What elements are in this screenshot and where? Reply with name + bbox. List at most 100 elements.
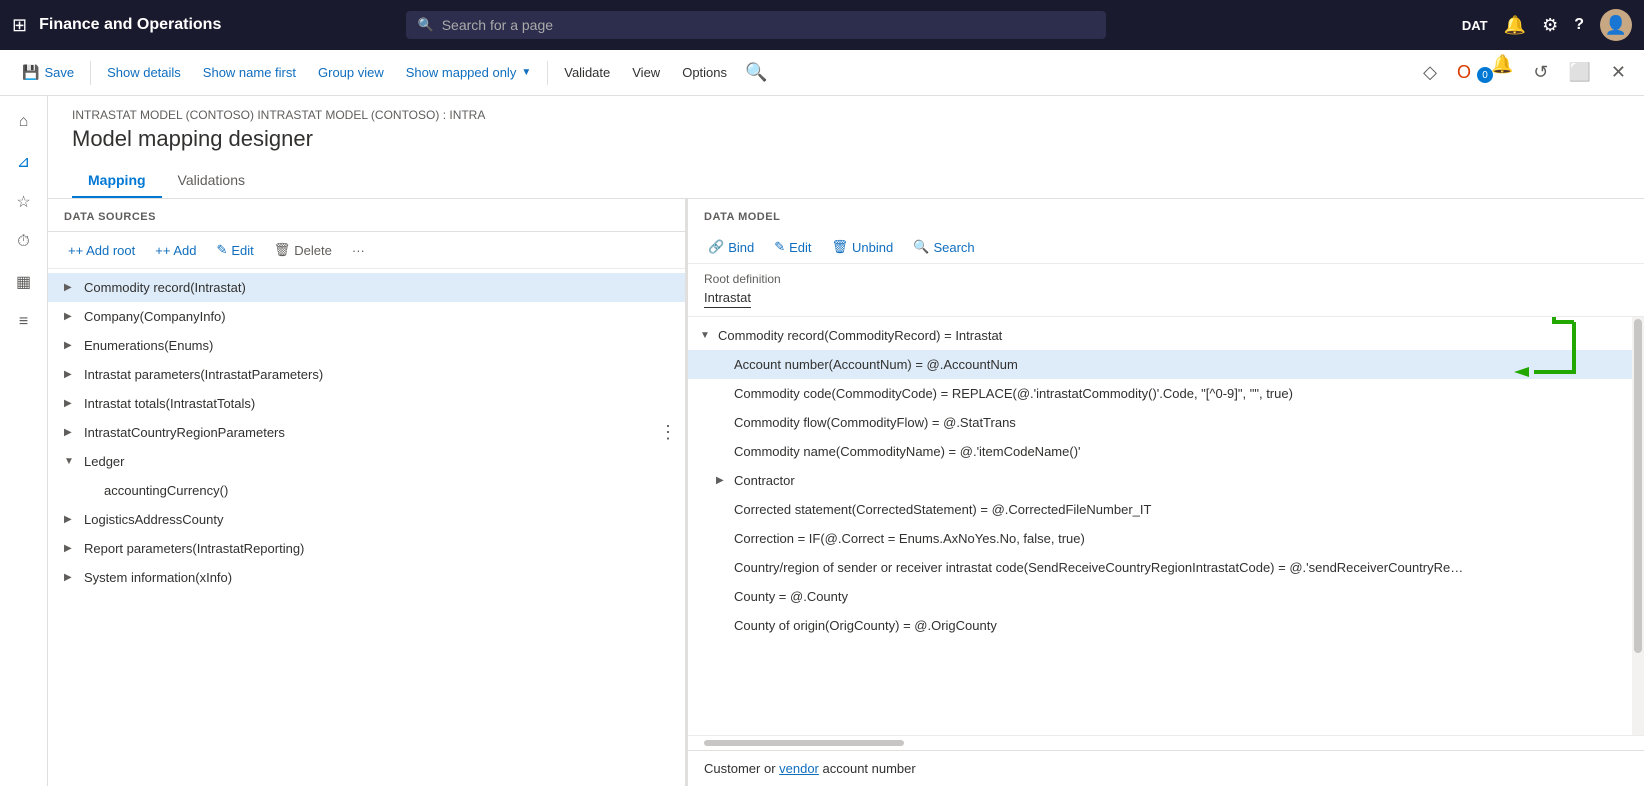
bind-button[interactable]: 🔗 Bind [700,235,762,259]
model-item-contractor[interactable]: ▶ Contractor [688,466,1644,495]
app-title: Finance and Operations [39,16,221,34]
link-icon: 🔗 [708,239,724,255]
tree-item-company[interactable]: ▶ Company(CompanyInfo) [48,302,685,331]
expand-icon-5: ▶ [64,427,78,438]
expand-icon-10: ▶ [64,572,78,583]
toolbar-separator-2 [547,61,548,85]
show-name-first-button[interactable]: Show name first [193,59,306,86]
horizontal-scrollbar-thumb[interactable] [704,740,904,746]
sidebar-filter-icon[interactable]: ⊿ [6,144,42,180]
tree-item-enumerations[interactable]: ▶ Enumerations(Enums) [48,331,685,360]
add-root-button[interactable]: + + Add root [60,239,143,262]
data-sources-header: DATA SOURCES [48,199,685,232]
model-item-commodity-flow[interactable]: Commodity flow(CommodityFlow) = @.StatTr… [688,408,1644,437]
save-icon: 💾 [22,64,39,81]
top-navigation: ⊞ Finance and Operations 🔍 DAT 🔔 ⚙ ? 👤 [0,0,1644,50]
sidebar-star-icon[interactable]: ☆ [6,184,42,220]
delete-datasource-button[interactable]: 🗑 Delete [266,238,340,262]
sidebar-grid-icon[interactable]: ▦ [6,264,42,300]
chevron-down-icon: ▼ [521,67,531,78]
notification-badge: 0 [1477,67,1493,83]
breadcrumb: INTRASTAT MODEL (CONTOSO) INTRASTAT MODE… [72,108,1620,122]
dots-icon: ··· [352,243,365,258]
bottom-bar: Customer or vendor account number [688,750,1644,786]
help-question-icon[interactable]: ? [1574,16,1584,34]
tree-item-report-params[interactable]: ▶ Report parameters(IntrastatReporting) [48,534,685,563]
model-item-country-region[interactable]: Country/region of sender or receiver int… [688,553,1644,582]
sidebar-home-icon[interactable]: ⌂ [6,104,42,140]
show-details-button[interactable]: Show details [97,59,191,86]
tab-validations[interactable]: Validations [162,164,261,198]
open-new-window-icon[interactable]: ⬜ [1562,56,1596,89]
expand-icon-1: ▶ [64,311,78,322]
sidebar-history-icon[interactable]: ⏱ [6,224,42,260]
notification-area: 🔔 0 [1485,54,1519,91]
expand-icon-model-5: ▶ [716,475,730,486]
settings-gear-icon[interactable]: ⚙ [1542,15,1558,36]
diamond-icon[interactable]: ◇ [1417,56,1443,89]
tree-item-intrastat-totals[interactable]: ▶ Intrastat totals(IntrastatTotals) [48,389,685,418]
expand-icon-0: ▶ [64,282,78,293]
unbind-icon: 🗑 [832,239,849,255]
expand-icon-8: ▶ [64,514,78,525]
expand-icon-model-0: ▼ [700,330,714,341]
horizontal-scroll-area [688,735,1644,750]
tree-item-intrastat-params[interactable]: ▶ Intrastat parameters(IntrastatParamete… [48,360,685,389]
left-panel-datasources: DATA SOURCES + + Add root + + Add ✎ Edit [48,199,688,786]
edit-datasource-button[interactable]: ✎ Edit [208,238,261,262]
expand-icon-6: ▼ [64,456,78,467]
sidebar-list-icon[interactable]: ≡ [6,304,42,340]
edit-model-button[interactable]: ✎ Edit [766,235,819,259]
tab-mapping[interactable]: Mapping [72,164,162,198]
validate-button[interactable]: Validate [554,59,620,86]
root-def-label: Root definition [704,272,1628,286]
options-button[interactable]: Options [672,59,737,86]
notification-bell-icon[interactable]: 🔔 [1504,15,1526,36]
global-search[interactable]: 🔍 [406,11,1106,39]
vertical-scrollbar-thumb[interactable] [1634,319,1642,653]
edit-pen-icon: ✎ [216,242,227,258]
search-input[interactable] [442,17,1094,33]
vendor-link[interactable]: vendor [779,761,819,776]
tree-item-commodity-record[interactable]: ▶ Commodity record(Intrastat) [48,273,685,302]
datasources-tree: ▶ Commodity record(Intrastat) ▶ Company(… [48,269,685,786]
model-item-county[interactable]: County = @.County [688,582,1644,611]
bottom-description: Customer or vendor account number [704,761,916,776]
data-model-header: DATA MODEL [688,199,1644,231]
model-item-account-number[interactable]: Account number(AccountNum) = @.AccountNu… [688,350,1644,379]
group-view-button[interactable]: Group view [308,59,394,86]
search-toolbar-icon[interactable]: 🔍 [739,56,773,89]
more-options-button[interactable]: ··· [344,239,373,262]
datasources-toolbar: + + Add root + + Add ✎ Edit 🗑 Delete [48,232,685,269]
office-icon[interactable]: O [1451,56,1477,89]
toolbar-separator-1 [90,61,91,85]
model-item-county-origin[interactable]: County of origin(OrigCounty) = @.OrigCou… [688,611,1644,640]
show-mapped-only-button[interactable]: Show mapped only ▼ [396,59,541,86]
avatar[interactable]: 👤 [1600,9,1632,41]
model-item-correction[interactable]: Correction = IF(@.Correct = Enums.AxNoYe… [688,524,1644,553]
vertical-scrollbar-track[interactable] [1632,317,1644,735]
search-model-button[interactable]: 🔍 Search [905,235,982,259]
search-icon: 🔍 [418,17,434,33]
add-button[interactable]: + + Add [147,239,204,262]
tree-item-ledger[interactable]: ▼ Ledger [48,447,685,476]
unbind-button[interactable]: 🗑 Unbind [824,235,902,259]
search-model-icon: 🔍 [913,239,929,255]
tree-item-intrastat-country[interactable]: ▶ IntrastatCountryRegionParameters ⋮ [48,418,685,447]
main-layout: ⌂ ⊿ ☆ ⏱ ▦ ≡ INTRASTAT MODEL (CONTOSO) IN… [0,96,1644,786]
apps-grid-icon[interactable]: ⊞ [12,15,27,36]
model-item-commodity-record[interactable]: ▼ Commodity record(CommodityRecord) = In… [688,321,1644,350]
expand-icon-9: ▶ [64,543,78,554]
model-item-commodity-code[interactable]: Commodity code(CommodityCode) = REPLACE(… [688,379,1644,408]
tree-item-system-info[interactable]: ▶ System information(xInfo) [48,563,685,592]
close-icon[interactable]: ✕ [1605,56,1632,89]
tree-item-accounting-currency[interactable]: accountingCurrency() [48,476,685,505]
save-button[interactable]: 💾 Save [12,58,84,87]
refresh-icon[interactable]: ↺ [1527,56,1554,89]
model-item-corrected-statement[interactable]: Corrected statement(CorrectedStatement) … [688,495,1644,524]
split-panel: DATA SOURCES + + Add root + + Add ✎ Edit [48,199,1644,786]
page-header: INTRASTAT MODEL (CONTOSO) INTRASTAT MODE… [48,96,1644,199]
model-item-commodity-name[interactable]: Commodity name(CommodityName) = @.'itemC… [688,437,1644,466]
view-button[interactable]: View [622,59,670,86]
tree-item-logistics-address[interactable]: ▶ LogisticsAddressCounty [48,505,685,534]
